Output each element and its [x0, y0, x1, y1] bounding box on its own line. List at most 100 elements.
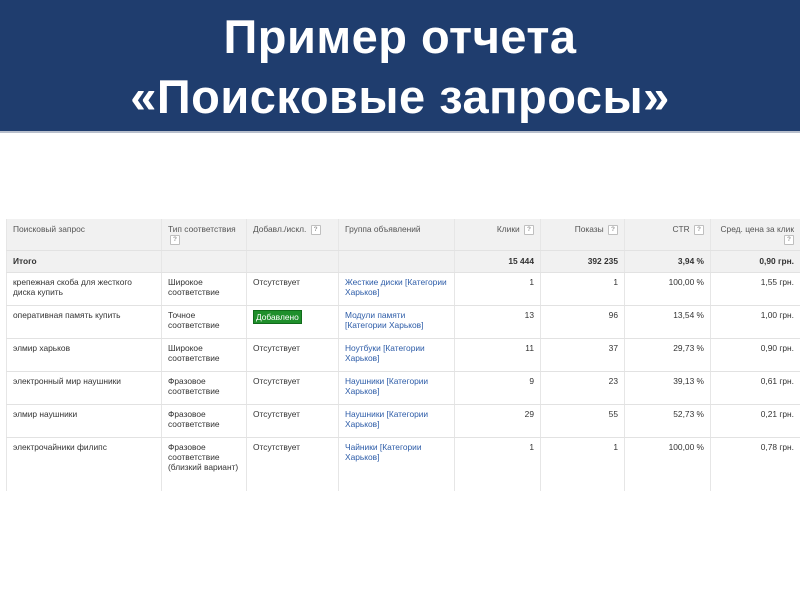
table-row: элмир харьков Широкое соответствие Отсут… — [6, 338, 800, 372]
clicks: 29 — [454, 404, 541, 438]
slide-title-line2: «Поисковые запросы» — [130, 70, 670, 123]
match-type: Широкое соответствие — [161, 272, 247, 306]
column-header-ad-group[interactable]: Группа объявлений — [338, 219, 455, 251]
impressions: 23 — [540, 371, 625, 405]
added-excluded-status: Отсутствует — [246, 272, 339, 306]
avg-cpc: 0,78 грн. — [710, 437, 800, 491]
search-query: элмир наушники — [6, 404, 162, 438]
total-row: Итого 15 444 392 235 3,94 % 0,90 грн. — [6, 250, 800, 273]
added-excluded-status: Добавлено — [246, 305, 339, 339]
table-header-row: Поисковый запрос Тип соответствия ? Доба… — [6, 219, 800, 251]
status-added-badge: Добавлено — [253, 310, 302, 324]
ctr: 29,73 % — [624, 338, 711, 372]
status-text: Отсутствует — [253, 343, 300, 353]
column-header-impressions[interactable]: Показы ? — [540, 219, 625, 251]
table-row: элмир наушники Фразовое соответствие Отс… — [6, 404, 800, 438]
status-text: Отсутствует — [253, 442, 300, 452]
impressions: 55 — [540, 404, 625, 438]
ad-group-cell: Чайники [Категории Харьков] — [338, 437, 455, 491]
total-clicks: 15 444 — [454, 250, 541, 273]
search-terms-table: Поисковый запрос Тип соответствия ? Доба… — [6, 219, 800, 491]
total-cell-empty — [161, 250, 247, 273]
column-header-label: Добавл./искл. — [253, 224, 307, 234]
clicks: 11 — [454, 338, 541, 372]
help-icon[interactable]: ? — [310, 224, 321, 235]
ad-group-cell: Наушники [Категории Харьков] — [338, 404, 455, 438]
column-header-added-excluded[interactable]: Добавл./искл. ? — [246, 219, 339, 251]
column-header-avg-cpc[interactable]: Сред. цена за клик ? — [710, 219, 800, 251]
column-header-label: Показы — [574, 224, 604, 234]
table-row: электронный мир наушники Фразовое соотве… — [6, 371, 800, 405]
help-icon[interactable]: ? — [170, 234, 180, 245]
column-header-label: Сред. цена за клик — [720, 224, 794, 234]
ad-group-cell: Наушники [Категории Харьков] — [338, 371, 455, 405]
search-query: электрочайники филипс — [6, 437, 162, 491]
column-header-clicks[interactable]: Клики ? — [454, 219, 541, 251]
ctr: 100,00 % — [624, 272, 711, 306]
column-header-label: Поисковый запрос — [13, 224, 85, 234]
table-row: электрочайники филипс Фразовое соответст… — [6, 437, 800, 491]
ad-group-link[interactable]: Чайники [Категории Харьков] — [345, 442, 422, 462]
search-query: электронный мир наушники — [6, 371, 162, 405]
ad-group-cell: Жесткие диски [Категории Харьков] — [338, 272, 455, 306]
avg-cpc: 1,55 грн. — [710, 272, 800, 306]
added-excluded-status: Отсутствует — [246, 437, 339, 491]
search-query: элмир харьков — [6, 338, 162, 372]
help-icon[interactable]: ? — [784, 234, 794, 245]
ad-group-link[interactable]: Жесткие диски [Категории Харьков] — [345, 277, 447, 297]
avg-cpc: 0,90 грн. — [710, 338, 800, 372]
total-label: Итого — [6, 250, 162, 273]
impressions: 1 — [540, 437, 625, 491]
total-impressions: 392 235 — [540, 250, 625, 273]
match-type: Широкое соответствие — [161, 338, 247, 372]
column-header-label: Клики — [496, 224, 520, 234]
avg-cpc: 0,21 грн. — [710, 404, 800, 438]
header-divider — [0, 131, 800, 133]
impressions: 37 — [540, 338, 625, 372]
ad-group-link[interactable]: Модули памяти [Категории Харьков] — [345, 310, 423, 330]
status-text: Отсутствует — [253, 277, 300, 287]
avg-cpc: 1,00 грн. — [710, 305, 800, 339]
clicks: 1 — [454, 272, 541, 306]
column-header-query[interactable]: Поисковый запрос — [6, 219, 162, 251]
added-excluded-status: Отсутствует — [246, 371, 339, 405]
total-ctr: 3,94 % — [624, 250, 711, 273]
match-type: Фразовое соответствие — [161, 404, 247, 438]
total-cell-empty — [246, 250, 339, 273]
clicks: 13 — [454, 305, 541, 339]
help-icon[interactable]: ? — [524, 224, 534, 235]
avg-cpc: 0,61 грн. — [710, 371, 800, 405]
search-query: оперативная память купить — [6, 305, 162, 339]
table-row: крепежная скоба для жесткого диска купит… — [6, 272, 800, 306]
impressions: 1 — [540, 272, 625, 306]
title-banner: Пример отчета «Поисковые запросы» — [0, 0, 800, 131]
status-text: Отсутствует — [253, 376, 300, 386]
impressions: 96 — [540, 305, 625, 339]
added-excluded-status: Отсутствует — [246, 404, 339, 438]
ad-group-link[interactable]: Наушники [Категории Харьков] — [345, 376, 428, 396]
column-header-match-type[interactable]: Тип соответствия ? — [161, 219, 247, 251]
table-row: оперативная память купить Точное соответ… — [6, 305, 800, 339]
ad-group-cell: Модули памяти [Категории Харьков] — [338, 305, 455, 339]
added-excluded-status: Отсутствует — [246, 338, 339, 372]
ctr: 13,54 % — [624, 305, 711, 339]
ctr: 52,73 % — [624, 404, 711, 438]
clicks: 1 — [454, 437, 541, 491]
column-header-label: Тип соответствия — [168, 224, 236, 234]
column-header-label: CTR — [672, 224, 690, 234]
match-type: Фразовое соответствие (близкий вариант) — [161, 437, 247, 491]
help-icon[interactable]: ? — [694, 224, 704, 235]
ad-group-link[interactable]: Наушники [Категории Харьков] — [345, 409, 428, 429]
search-query: крепежная скоба для жесткого диска купит… — [6, 272, 162, 306]
ad-group-cell: Ноутбуки [Категории Харьков] — [338, 338, 455, 372]
ctr: 39,13 % — [624, 371, 711, 405]
search-terms-report: Поисковый запрос Тип соответствия ? Доба… — [6, 219, 800, 491]
ad-group-link[interactable]: Ноутбуки [Категории Харьков] — [345, 343, 425, 363]
match-type: Точное соответствие — [161, 305, 247, 339]
column-header-label: Группа объявлений — [345, 224, 421, 234]
status-text: Отсутствует — [253, 409, 300, 419]
total-cell-empty — [338, 250, 455, 273]
column-header-ctr[interactable]: CTR ? — [624, 219, 711, 251]
slide-title-line1: Пример отчета — [223, 10, 577, 63]
help-icon[interactable]: ? — [608, 224, 618, 235]
